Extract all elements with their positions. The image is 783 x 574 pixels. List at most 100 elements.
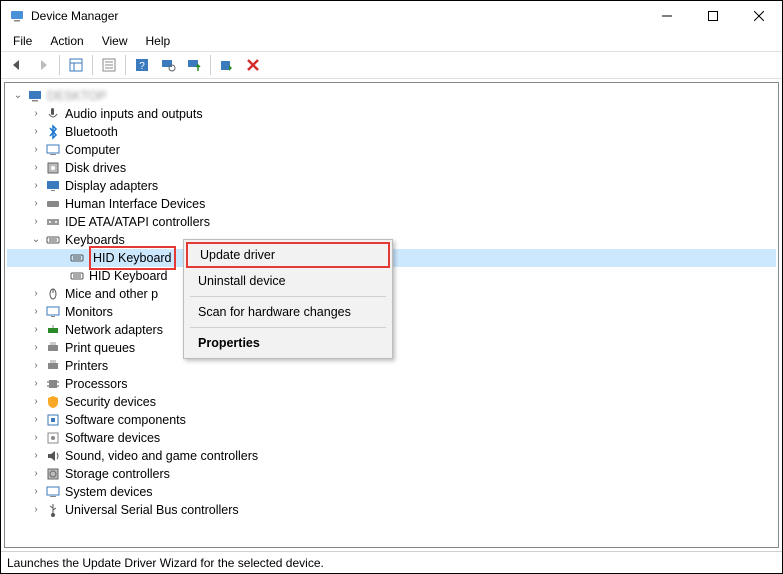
chevron-right-icon[interactable]: › bbox=[29, 395, 43, 409]
chevron-right-icon[interactable]: › bbox=[29, 215, 43, 229]
forward-button[interactable] bbox=[31, 53, 55, 77]
tree-category[interactable]: › Universal Serial Bus controllers bbox=[7, 501, 776, 519]
chevron-right-icon[interactable]: › bbox=[29, 179, 43, 193]
tree-category[interactable]: › Sound, video and game controllers bbox=[7, 447, 776, 465]
context-item[interactable]: Update driver bbox=[186, 242, 390, 268]
tree-category[interactable]: › Printers bbox=[7, 357, 776, 375]
chevron-right-icon[interactable]: › bbox=[29, 107, 43, 121]
keyboard-icon bbox=[69, 268, 85, 284]
chevron-right-icon[interactable]: › bbox=[29, 143, 43, 157]
chevron-right-icon[interactable]: › bbox=[29, 287, 43, 301]
tree-category[interactable]: ›Computer bbox=[7, 141, 776, 159]
category-label: Bluetooth bbox=[65, 123, 118, 141]
close-button[interactable] bbox=[736, 1, 782, 31]
scan-hardware-button[interactable] bbox=[156, 53, 180, 77]
tree-category[interactable]: › Security devices bbox=[7, 393, 776, 411]
status-text: Launches the Update Driver Wizard for th… bbox=[7, 556, 324, 570]
chevron-right-icon[interactable]: › bbox=[29, 323, 43, 337]
computer-icon bbox=[27, 88, 43, 104]
sound-icon bbox=[45, 448, 61, 464]
spacer bbox=[53, 251, 67, 265]
chevron-right-icon[interactable]: › bbox=[29, 161, 43, 175]
device-label: HID Keyboard bbox=[93, 251, 172, 265]
tree-category[interactable]: ›Storage controllers bbox=[7, 465, 776, 483]
category-label: Processors bbox=[65, 375, 128, 393]
tree-category[interactable]: ›Display adapters bbox=[7, 177, 776, 195]
window-controls bbox=[644, 1, 782, 31]
chevron-right-icon[interactable]: › bbox=[29, 503, 43, 517]
category-label: Printers bbox=[65, 357, 108, 375]
chevron-right-icon[interactable]: › bbox=[29, 341, 43, 355]
chevron-right-icon[interactable]: › bbox=[29, 125, 43, 139]
category-label: Software components bbox=[65, 411, 186, 429]
chevron-right-icon[interactable]: › bbox=[29, 467, 43, 481]
toolbar-separator bbox=[125, 55, 126, 75]
category-label: Print queues bbox=[65, 339, 135, 357]
titlebar[interactable]: Device Manager bbox=[1, 1, 782, 31]
category-label: Security devices bbox=[65, 393, 156, 411]
hid-icon bbox=[45, 196, 61, 212]
app-icon bbox=[9, 8, 25, 24]
chevron-right-icon[interactable]: › bbox=[29, 413, 43, 427]
maximize-button[interactable] bbox=[690, 1, 736, 31]
tree-panel: ⌄DESKTOP › Audio inputs and outputs › Blueto… bbox=[4, 82, 779, 548]
tree-category[interactable]: › IDE ATA/ATAPI controllers bbox=[7, 213, 776, 231]
menu-view[interactable]: View bbox=[94, 33, 136, 49]
context-item[interactable]: Uninstall device bbox=[186, 268, 390, 294]
tree-category[interactable]: › Software components bbox=[7, 411, 776, 429]
context-item[interactable]: Properties bbox=[186, 330, 390, 356]
menu-action[interactable]: Action bbox=[42, 33, 91, 49]
chevron-right-icon[interactable]: › bbox=[29, 305, 43, 319]
category-label: Mice and other p bbox=[65, 285, 158, 303]
mouse-icon bbox=[45, 286, 61, 302]
context-menu: Update driverUninstall device Scan for ha… bbox=[183, 239, 393, 359]
disable-button[interactable] bbox=[241, 53, 265, 77]
computer-icon bbox=[45, 142, 61, 158]
chevron-right-icon[interactable]: › bbox=[29, 449, 43, 463]
category-label: Human Interface Devices bbox=[65, 195, 205, 213]
softdev-icon bbox=[45, 430, 61, 446]
tree-category[interactable]: › Software devices bbox=[7, 429, 776, 447]
chevron-right-icon[interactable]: › bbox=[29, 359, 43, 373]
context-item[interactable]: Scan for hardware changes bbox=[186, 299, 390, 325]
system-icon bbox=[45, 484, 61, 500]
category-label: Universal Serial Bus controllers bbox=[65, 501, 239, 519]
chevron-right-icon[interactable]: › bbox=[29, 377, 43, 391]
menu-file[interactable]: File bbox=[5, 33, 40, 49]
update-driver-button[interactable] bbox=[182, 53, 206, 77]
bluetooth-icon bbox=[45, 124, 61, 140]
tree-root[interactable]: ⌄DESKTOP bbox=[7, 87, 776, 105]
usb-icon bbox=[45, 502, 61, 518]
properties-button[interactable] bbox=[97, 53, 121, 77]
security-icon bbox=[45, 394, 61, 410]
minimize-button[interactable] bbox=[644, 1, 690, 31]
chevron-down-icon[interactable]: ⌄ bbox=[29, 233, 43, 247]
window-title: Device Manager bbox=[31, 9, 644, 23]
chevron-right-icon[interactable]: › bbox=[29, 431, 43, 445]
tree-category[interactable]: ›Disk drives bbox=[7, 159, 776, 177]
category-label: Sound, video and game controllers bbox=[65, 447, 258, 465]
tree-category[interactable]: ›System devices bbox=[7, 483, 776, 501]
back-button[interactable] bbox=[5, 53, 29, 77]
chevron-right-icon[interactable]: › bbox=[29, 485, 43, 499]
cpu-icon bbox=[45, 376, 61, 392]
context-separator bbox=[190, 327, 386, 328]
chevron-right-icon[interactable]: › bbox=[29, 197, 43, 211]
category-label: IDE ATA/ATAPI controllers bbox=[65, 213, 210, 231]
help-button[interactable]: ? bbox=[130, 53, 154, 77]
monitor-icon bbox=[45, 304, 61, 320]
spacer bbox=[53, 269, 67, 283]
device-label: HID Keyboard bbox=[89, 267, 168, 285]
tree-category[interactable]: › Human Interface Devices bbox=[7, 195, 776, 213]
toolbar-separator bbox=[210, 55, 211, 75]
tree-category[interactable]: › Bluetooth bbox=[7, 123, 776, 141]
category-label: Audio inputs and outputs bbox=[65, 105, 203, 123]
tree-category[interactable]: › Processors bbox=[7, 375, 776, 393]
uninstall-button[interactable] bbox=[215, 53, 239, 77]
menu-help[interactable]: Help bbox=[138, 33, 179, 49]
show-hidden-button[interactable] bbox=[64, 53, 88, 77]
chevron-down-icon[interactable]: ⌄ bbox=[11, 89, 25, 103]
printer-icon bbox=[45, 358, 61, 374]
category-label: Software devices bbox=[65, 429, 160, 447]
tree-category[interactable]: › Audio inputs and outputs bbox=[7, 105, 776, 123]
